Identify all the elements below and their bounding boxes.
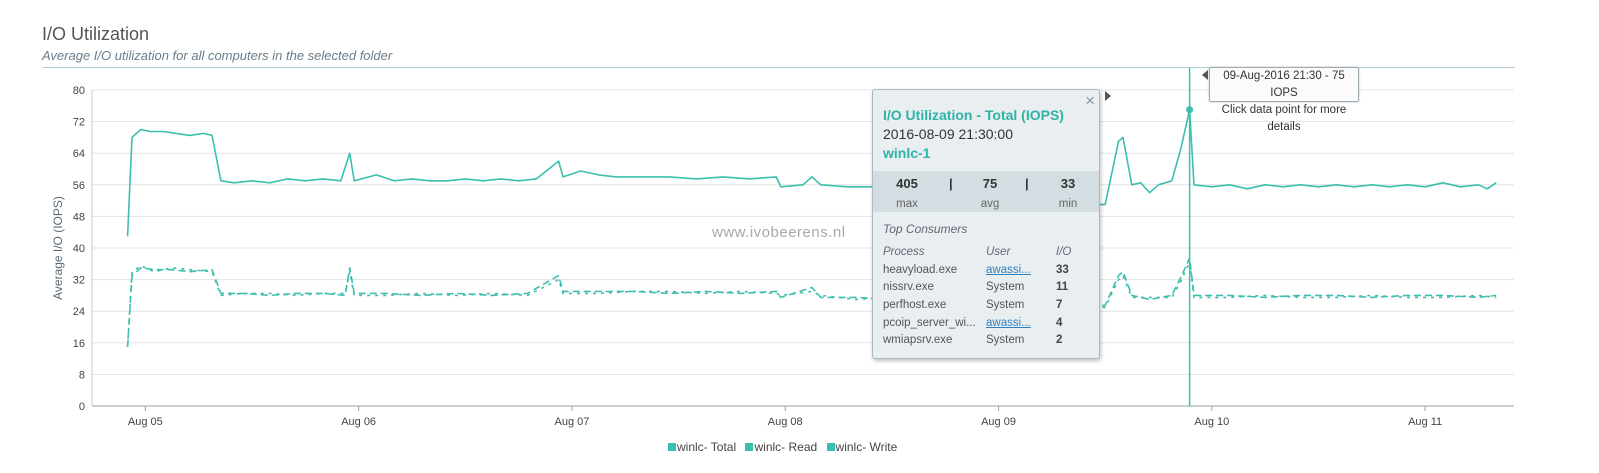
process-io: 11 (1056, 281, 1069, 294)
stats-bar: 405 | 75 | 33 max avg min (873, 171, 1099, 212)
legend-swatch (826, 443, 835, 451)
y-tick-label: 0 (79, 401, 85, 413)
legend-label: winlc- Write (835, 440, 898, 454)
process-name: nissrv.exe (883, 281, 934, 294)
grid-lines (91, 89, 1514, 407)
stat-separator: | (949, 176, 953, 191)
process-user: System (986, 281, 1025, 294)
table-row: wmiapsrv.exe System 2 (883, 331, 1071, 349)
process-name: perfhost.exe (883, 298, 947, 311)
tooltip-line-1: 09-Aug-2016 21:30 - 75 IOPS (1223, 70, 1345, 99)
x-tick-label: Aug 07 (554, 416, 589, 428)
x-tick-label: Aug 11 (1408, 416, 1442, 428)
legend-item-total[interactable]: winlc- Total (668, 440, 736, 454)
table-row: perfhost.exe System 7 (883, 296, 1071, 314)
stat-separator: | (1025, 176, 1029, 191)
process-name: wmiapsrv.exe (883, 334, 953, 347)
stat-avg-value: 75 (982, 176, 998, 191)
hover-tooltip: 09-Aug-2016 21:30 - 75 IOPS Click data p… (1202, 67, 1359, 133)
series-line-read[interactable] (126, 257, 1497, 347)
panel-title: I/O Utilization - Total (IOPS) (883, 107, 1064, 123)
hovered-data-point[interactable] (1186, 106, 1194, 114)
y-axis-label: Average I/O (IOPS) (51, 196, 65, 300)
legend-label: winlc- Total (677, 440, 737, 454)
panel-host: winlc-1 (883, 145, 931, 161)
y-tick-label: 80 (73, 85, 85, 97)
panel-expand-arrow-icon[interactable] (1105, 91, 1111, 101)
legend-swatch (745, 443, 754, 451)
y-tick-label: 40 (73, 243, 85, 255)
legend-swatch (668, 443, 676, 451)
col-process: Process (883, 246, 925, 258)
table-header-row: Process User I/O (883, 243, 1071, 261)
stat-avg-label: avg (980, 198, 1000, 210)
x-tick-label: Aug 05 (128, 416, 163, 428)
watermark: www.ivobeerens.nl (712, 224, 846, 241)
tooltip-arrow (1202, 70, 1208, 80)
stat-max-value: 405 (896, 176, 918, 191)
detail-panel: × I/O Utilization - Total (IOPS) 2016-08… (872, 89, 1111, 359)
x-tick-label: Aug 08 (768, 416, 803, 428)
process-io: 2 (1056, 334, 1063, 347)
y-tick-label: 16 (73, 338, 85, 350)
process-user: System (986, 298, 1025, 311)
stat-min-label: min (1058, 198, 1078, 210)
y-tick-label: 56 (73, 180, 85, 192)
y-tick-label: 72 (73, 117, 85, 129)
stat-min-value: 33 (1060, 176, 1076, 191)
process-io: 4 (1056, 316, 1063, 329)
col-user: User (986, 246, 1011, 258)
x-tick-label: Aug 10 (1194, 416, 1229, 428)
chart-legend: winlc- Total winlc- Read winlc- Write (668, 440, 903, 454)
x-tick-label: Aug 06 (341, 416, 376, 428)
table-row: nissrv.exe System 11 (883, 279, 1071, 297)
top-consumers-heading: Top Consumers (883, 222, 968, 236)
legend-item-read[interactable]: winlc- Read (745, 440, 817, 454)
y-tick-label: 32 (73, 275, 85, 287)
y-tick-label: 48 (73, 211, 85, 223)
consumers-table: Process User I/O heavyload.exe awassi... 3… (883, 243, 1071, 349)
col-io: I/O (1056, 246, 1072, 258)
y-axis-ticks: 0 8 16 24 32 40 48 56 64 72 80 (73, 85, 85, 413)
process-user: awassi... (986, 261, 1056, 279)
process-name: heavyload.exe (883, 263, 958, 276)
close-icon[interactable]: × (1085, 92, 1095, 109)
tooltip-line-2: Click data point for more details (1221, 104, 1347, 133)
table-row: pcoip_server_wi... awassi... 4 (883, 314, 1071, 332)
table-row: heavyload.exe awassi... 33 (883, 261, 1071, 279)
x-axis-ticks: Aug 05 Aug 06 Aug 07 Aug 08 Aug 09 Aug 10 Aug … (128, 406, 1442, 428)
process-io: 33 (1056, 263, 1069, 276)
user-link[interactable]: awassi... (986, 264, 1031, 276)
process-io: 7 (1056, 298, 1063, 311)
y-tick-label: 24 (73, 306, 85, 318)
legend-label: winlc- Read (754, 440, 818, 454)
x-tick-label: Aug 09 (981, 416, 1016, 428)
process-name: pcoip_server_wi... (883, 316, 976, 329)
process-user: awassi... (986, 314, 1056, 332)
user-link[interactable]: awassi... (986, 317, 1031, 329)
y-tick-label: 8 (79, 369, 85, 381)
stat-max-label: max (896, 198, 918, 210)
series-line-write[interactable] (126, 261, 1497, 347)
panel-datetime: 2016-08-09 21:30:00 (883, 126, 1013, 142)
legend-item-write[interactable]: winlc- Write (826, 440, 898, 454)
y-tick-label: 64 (73, 148, 85, 160)
process-user: System (986, 334, 1025, 347)
